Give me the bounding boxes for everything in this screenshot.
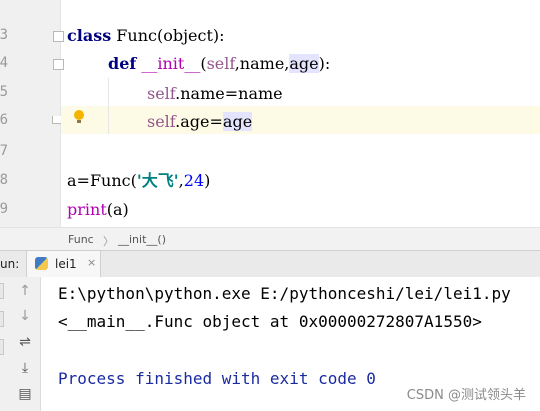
- stop-icon[interactable]: [0, 311, 4, 327]
- code-text: ):: [318, 54, 331, 73]
- code-text: .age=: [175, 112, 223, 131]
- editor-gutter: 3 4 5 6 7 8 9: [0, 0, 65, 227]
- python-icon: [35, 257, 48, 270]
- console-command-line: E:\python\python.exe E:/pythonceshi/lei/…: [58, 284, 511, 303]
- run-tab-lei1[interactable]: lei1 ×: [26, 251, 101, 277]
- scroll-to-end-icon[interactable]: ⤓: [16, 359, 34, 377]
- print-icon[interactable]: ▤: [16, 385, 34, 403]
- console-output[interactable]: E:\python\python.exe E:/pythonceshi/lei/…: [41, 277, 540, 411]
- breadcrumb-separator: 〉: [103, 235, 114, 248]
- string-literal: '大飞': [136, 171, 179, 190]
- run-tab-label: lei1: [55, 257, 77, 271]
- line-number: 6: [0, 112, 8, 128]
- code-line-class[interactable]: class Func(object):: [67, 22, 225, 50]
- code-text: (a): [106, 200, 129, 219]
- restore-layout-icon[interactable]: [0, 339, 4, 355]
- function-name: __init__: [141, 54, 201, 73]
- console-output-line: <__main__.Func object at 0x00000272807A1…: [58, 312, 482, 331]
- line-number: 3: [0, 27, 8, 43]
- indent-guide: [108, 78, 109, 134]
- console-exit-message: Process finished with exit code 0: [58, 369, 376, 388]
- fold-class-icon[interactable]: [53, 31, 64, 42]
- code-text: .name=name: [175, 84, 283, 103]
- breadcrumb-item-init[interactable]: __init__(): [118, 233, 166, 246]
- run-tool-window-header: un: lei1 ×: [0, 250, 540, 278]
- line-number: 5: [0, 84, 8, 100]
- code-text: ,name,: [234, 54, 290, 73]
- down-arrow-icon[interactable]: ↓: [16, 307, 34, 325]
- param-token: age: [222, 112, 253, 131]
- self-token: self: [147, 112, 176, 131]
- current-line-highlight: [61, 106, 540, 134]
- code-editor[interactable]: 3 4 5 6 7 8 9 class Func(object): def __…: [0, 0, 540, 227]
- line-number: 7: [0, 143, 8, 159]
- number-literal: 24: [183, 171, 205, 190]
- breadcrumb: Func 〉 __init__(): [0, 227, 540, 250]
- code-line-def[interactable]: def __init__(self,name,age):: [108, 50, 330, 78]
- self-token: self: [206, 54, 235, 73]
- code-line-name-assign[interactable]: self.name=name: [147, 80, 283, 108]
- param-token: age: [289, 54, 319, 73]
- code-text: Func(object):: [111, 26, 225, 45]
- code-line-age-assign[interactable]: self.age=age: [147, 108, 253, 136]
- code-text: a=Func(: [67, 171, 137, 190]
- code-line-instance[interactable]: a=Func('大飞',24): [67, 167, 210, 195]
- fold-method-icon[interactable]: [53, 59, 64, 70]
- intention-bulb-icon[interactable]: [74, 110, 84, 123]
- line-number: 9: [0, 201, 8, 217]
- up-arrow-icon[interactable]: ↑: [16, 282, 34, 300]
- soft-wrap-icon[interactable]: ⇌: [16, 333, 34, 351]
- close-icon[interactable]: ×: [87, 256, 96, 269]
- line-number: 8: [0, 172, 8, 188]
- run-label: un:: [0, 257, 20, 271]
- rerun-icon[interactable]: [0, 283, 4, 299]
- keyword: def: [108, 54, 137, 73]
- builtin-print: print: [67, 200, 107, 219]
- breadcrumb-item-func[interactable]: Func: [68, 233, 94, 246]
- line-number: 4: [0, 55, 8, 71]
- keyword: class: [67, 26, 112, 45]
- code-text: ): [204, 171, 211, 190]
- self-token: self: [147, 84, 176, 103]
- console-toolbar: ↑ ↓ ⇌ ⤓ ▤: [0, 277, 41, 411]
- watermark: CSDN @测试领头羊: [406, 388, 526, 403]
- code-line-print[interactable]: print(a): [67, 196, 129, 224]
